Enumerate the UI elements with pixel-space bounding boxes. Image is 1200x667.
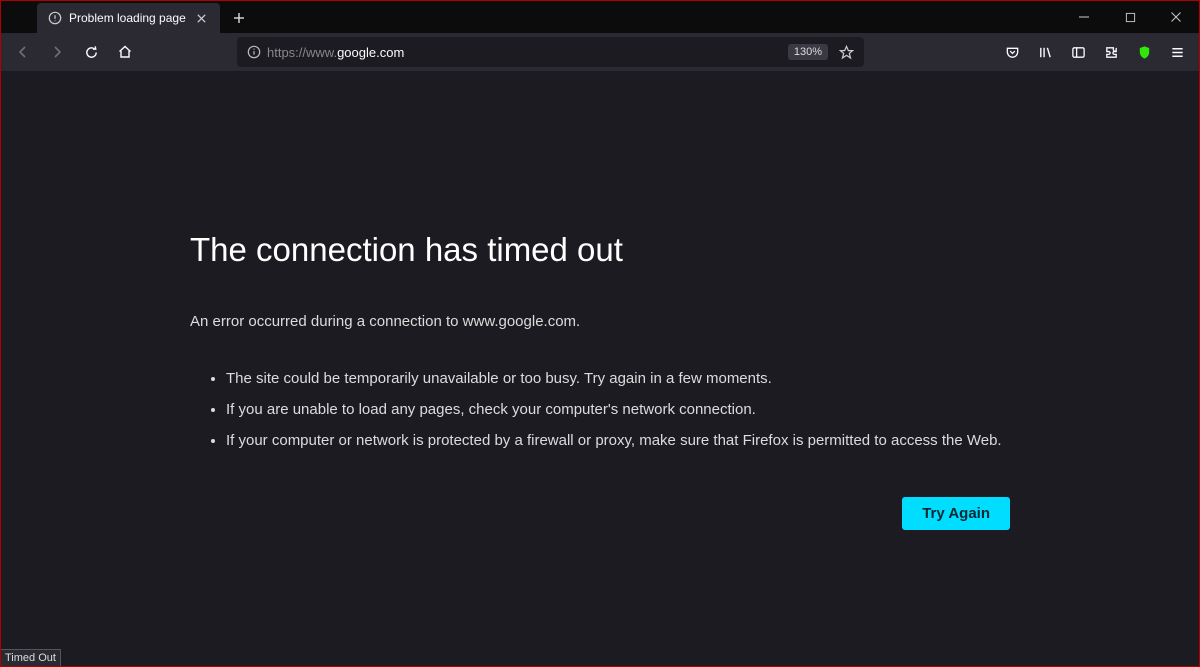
error-suggestion-item: If your computer or network is protected… <box>226 430 1010 451</box>
sidebar-icon[interactable] <box>1062 37 1094 67</box>
error-suggestion-item: If you are unable to load any pages, che… <box>226 399 1010 420</box>
library-icon[interactable] <box>1029 37 1061 67</box>
pocket-icon[interactable] <box>996 37 1028 67</box>
tabs-region: Problem loading page <box>1 1 254 33</box>
error-short-description: An error occurred during a connection to… <box>190 313 1010 330</box>
error-button-row: Try Again <box>190 497 1010 530</box>
extensions-icon[interactable] <box>1095 37 1127 67</box>
titlebar: Problem loading page <box>1 1 1199 33</box>
identity-info-icon[interactable] <box>241 45 267 59</box>
page-content: The connection has timed out An error oc… <box>1 71 1199 666</box>
nav-toolbar: https://www.google.com 130% <box>1 33 1199 71</box>
close-window-button[interactable] <box>1153 1 1199 33</box>
url-bar[interactable]: https://www.google.com 130% <box>237 37 864 67</box>
error-suggestion-list: The site could be temporarily unavailabl… <box>190 368 1010 451</box>
error-container: The connection has timed out An error oc… <box>190 231 1010 666</box>
app-menu-button[interactable] <box>1161 37 1193 67</box>
home-button[interactable] <box>109 37 141 67</box>
protection-shield-icon[interactable] <box>1128 37 1160 67</box>
status-bar: Timed Out <box>1 649 61 666</box>
back-button[interactable] <box>7 37 39 67</box>
try-again-button[interactable]: Try Again <box>902 497 1010 530</box>
maximize-button[interactable] <box>1107 1 1153 33</box>
window-controls <box>1061 1 1199 33</box>
new-tab-button[interactable] <box>224 3 254 33</box>
zoom-badge[interactable]: 130% <box>788 44 828 60</box>
forward-button[interactable] <box>41 37 73 67</box>
error-suggestion-item: The site could be temporarily unavailabl… <box>226 368 1010 389</box>
browser-tab[interactable]: Problem loading page <box>37 3 220 33</box>
reload-button[interactable] <box>75 37 107 67</box>
toolbar-right <box>996 37 1193 67</box>
tab-close-button[interactable] <box>192 8 212 28</box>
url-host: google.com <box>337 45 404 60</box>
info-warning-icon <box>47 10 63 26</box>
url-prefix: https://www. <box>267 45 337 60</box>
minimize-button[interactable] <box>1061 1 1107 33</box>
error-title: The connection has timed out <box>190 231 1010 269</box>
url-text[interactable]: https://www.google.com <box>267 45 788 60</box>
tab-title: Problem loading page <box>69 11 186 25</box>
bookmark-star-icon[interactable] <box>832 39 860 65</box>
